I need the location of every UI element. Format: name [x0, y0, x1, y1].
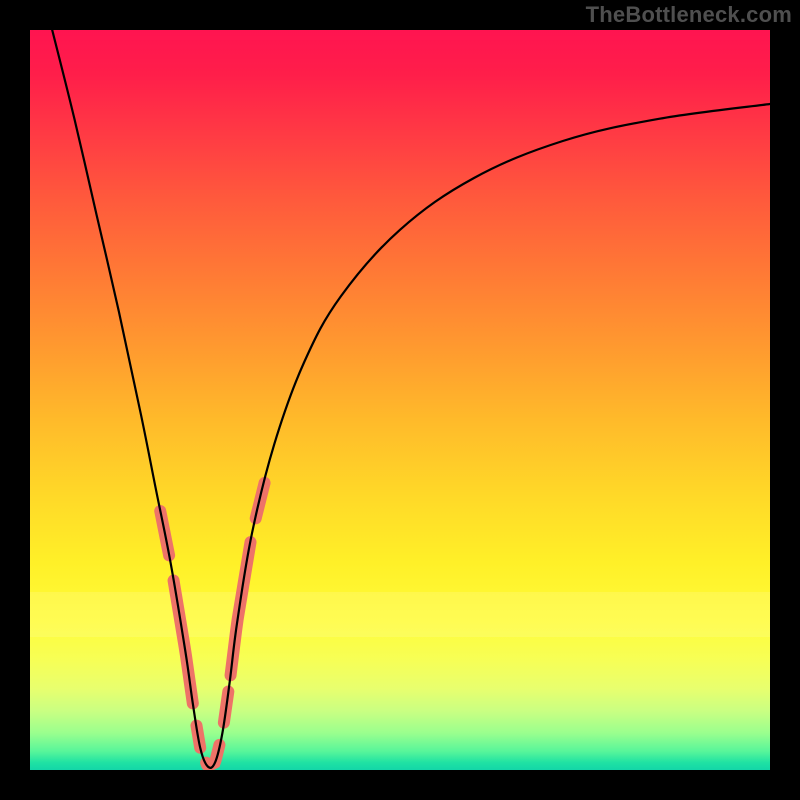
highlight-segments-group — [160, 483, 264, 766]
app-frame: TheBottleneck.com — [0, 0, 800, 800]
curve-svg — [30, 30, 770, 770]
bottleneck-curve — [52, 30, 770, 768]
watermark-text: TheBottleneck.com — [586, 2, 792, 28]
plot-area — [30, 30, 770, 770]
